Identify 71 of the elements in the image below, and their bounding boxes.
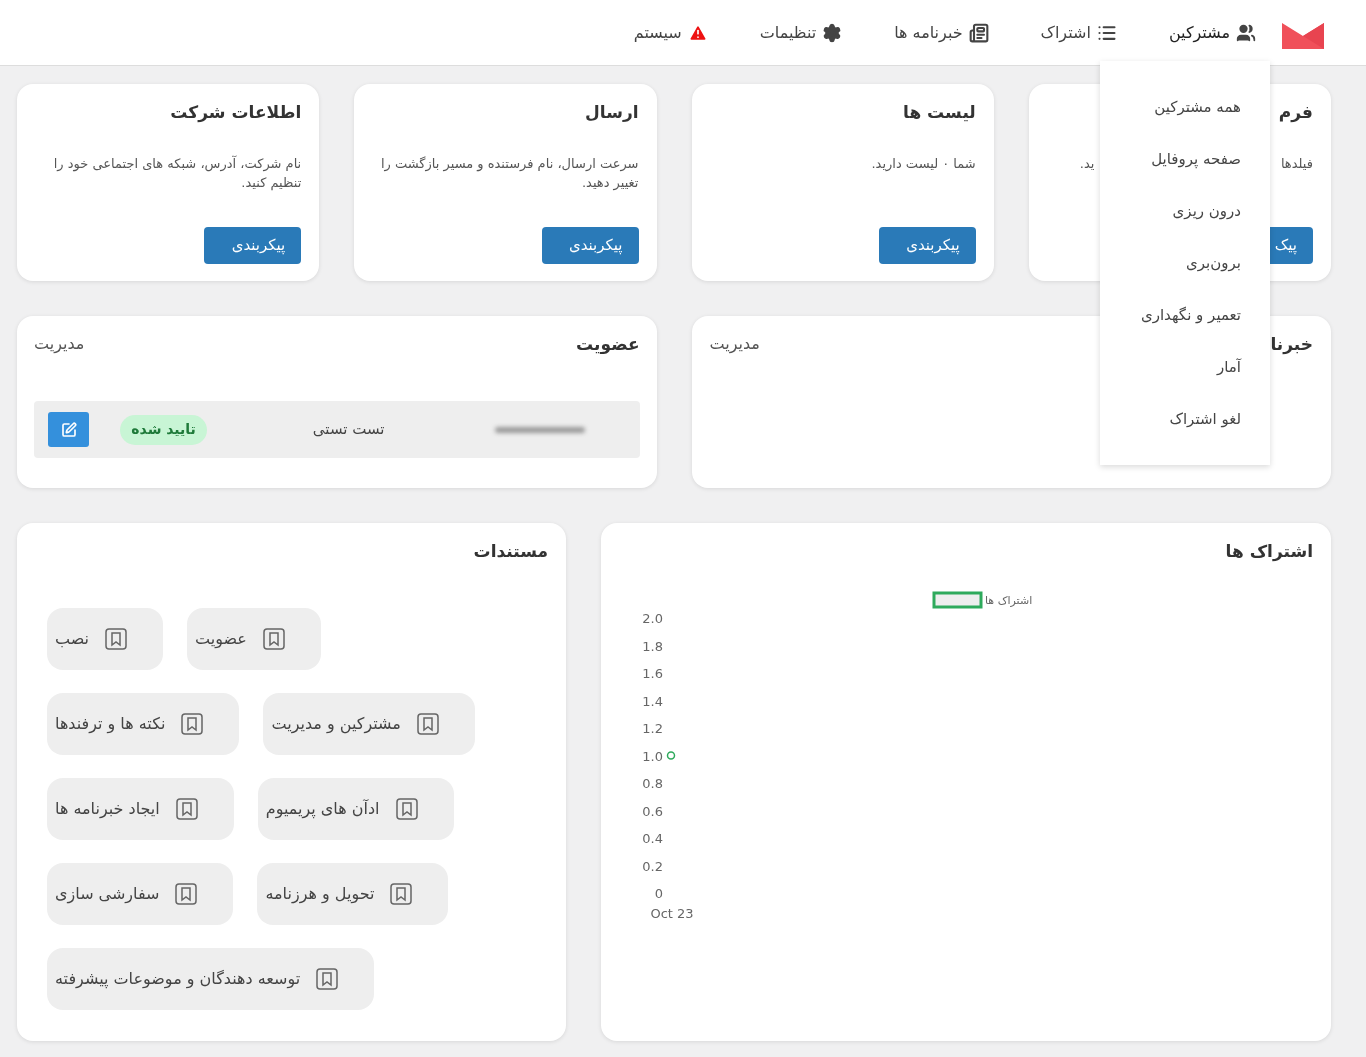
y-tick-label: 1.8 <box>642 638 663 654</box>
member-name: تست تستی <box>312 419 385 441</box>
bookmark-icon <box>105 628 128 650</box>
y-tick-label: 0.4 <box>642 831 663 846</box>
card-title: عضویت <box>576 333 640 356</box>
y-tick-label: 0 <box>654 886 663 901</box>
manage-link[interactable]: مدیریت <box>34 332 85 356</box>
x-tick-label: Oct 23 <box>650 906 694 921</box>
doc-link[interactable]: نصب <box>47 608 164 670</box>
doc-link[interactable]: سفارشی سازی <box>47 863 234 925</box>
card-title: لیست ها <box>903 101 976 124</box>
nav-item[interactable]: خبرنامه ها <box>894 20 989 45</box>
menu-item[interactable]: لغو اشتراک <box>1100 407 1241 431</box>
newspaper-icon <box>968 22 989 43</box>
bookmark-icon <box>316 968 339 990</box>
data-point <box>666 751 676 760</box>
status-badge: تایید شده <box>120 414 207 445</box>
card-description: نام شرکت، آدرس، شبکه های اجتماعی خود را تنظیم کنید. <box>53 156 302 190</box>
edit-button[interactable] <box>48 412 89 447</box>
bookmark-icon <box>181 713 204 735</box>
card-title: اطلاعات شرکت <box>170 101 302 124</box>
y-tick-label: 1.0 <box>642 748 663 764</box>
y-tick-label: 0.6 <box>642 803 663 819</box>
bookmark-icon <box>175 883 198 905</box>
bookmark-icon <box>390 883 413 905</box>
card-title: خبرنا <box>1270 333 1313 356</box>
users-icon <box>1236 22 1256 43</box>
nav-item[interactable]: اشتراک <box>1040 20 1117 45</box>
menu-item[interactable]: درون ریزی <box>1100 199 1241 223</box>
doc-link[interactable]: ادآن های پریمیوم <box>257 778 454 840</box>
menu-item[interactable]: صفحه پروفایل <box>1100 147 1241 171</box>
envelope-logo <box>1282 22 1324 49</box>
doc-link[interactable]: تحویل و هرزنامه <box>257 863 449 925</box>
card-description: سرعت ارسال، نام فرستنده و مسیر بازگشت را تغییر دهید. <box>380 156 639 190</box>
y-tick-label: 1.6 <box>642 666 663 681</box>
doc-link[interactable]: مشترکین و مدیریت <box>263 693 475 755</box>
edit-icon <box>60 421 77 438</box>
card-title: فرم <box>1278 101 1313 124</box>
card-title: اشتراک ها <box>1225 540 1313 563</box>
legend-label: اشتراک ها <box>985 594 1033 607</box>
doc-link[interactable]: توسعه دهندگان و موضوعات پیشرفته <box>47 948 375 1010</box>
y-tick-label: 0.2 <box>642 858 663 874</box>
configure-button[interactable]: پیکربندی <box>541 227 639 264</box>
menu-item[interactable]: تعمیر و نگهداری <box>1100 303 1241 327</box>
y-tick-label: 0.8 <box>642 776 663 791</box>
card-description: فیلدها <box>1280 155 1313 173</box>
nav-item[interactable]: مشترکین <box>1168 20 1256 45</box>
menu-item[interactable]: آمار <box>1100 355 1241 379</box>
nav-item[interactable]: تنظیمات <box>759 20 843 45</box>
doc-link[interactable]: عضویت <box>187 608 321 670</box>
y-tick-label: 1.4 <box>642 693 663 709</box>
doc-link[interactable]: نکته ها و ترفندها <box>47 693 240 755</box>
bookmark-icon <box>175 798 198 820</box>
manage-link[interactable]: مدیریت <box>709 332 760 356</box>
menu-item[interactable]: برون‌بری <box>1100 251 1241 275</box>
y-tick-label: 2.0 <box>642 611 663 626</box>
bookmark-icon <box>416 713 439 735</box>
y-tick-label: 1.2 <box>642 721 663 736</box>
menu-item[interactable]: همه مشترکین <box>1100 95 1241 119</box>
configure-button[interactable]: پیکربندی <box>878 227 976 264</box>
card-title: ارسال <box>585 101 639 124</box>
legend-swatch <box>932 591 983 609</box>
bookmark-icon <box>262 628 285 650</box>
configure-button[interactable]: پیکربندی <box>204 227 302 264</box>
card-description: ید. <box>1079 155 1095 173</box>
card-title: مستندات <box>473 540 548 563</box>
bookmark-icon <box>395 798 418 820</box>
nav-item[interactable]: سیستم <box>633 20 708 45</box>
settings-icon <box>822 22 843 43</box>
card-description: شما ۰ لیست دارید. <box>871 156 976 171</box>
doc-link[interactable]: ایجاد خبرنامه ها <box>47 778 234 840</box>
